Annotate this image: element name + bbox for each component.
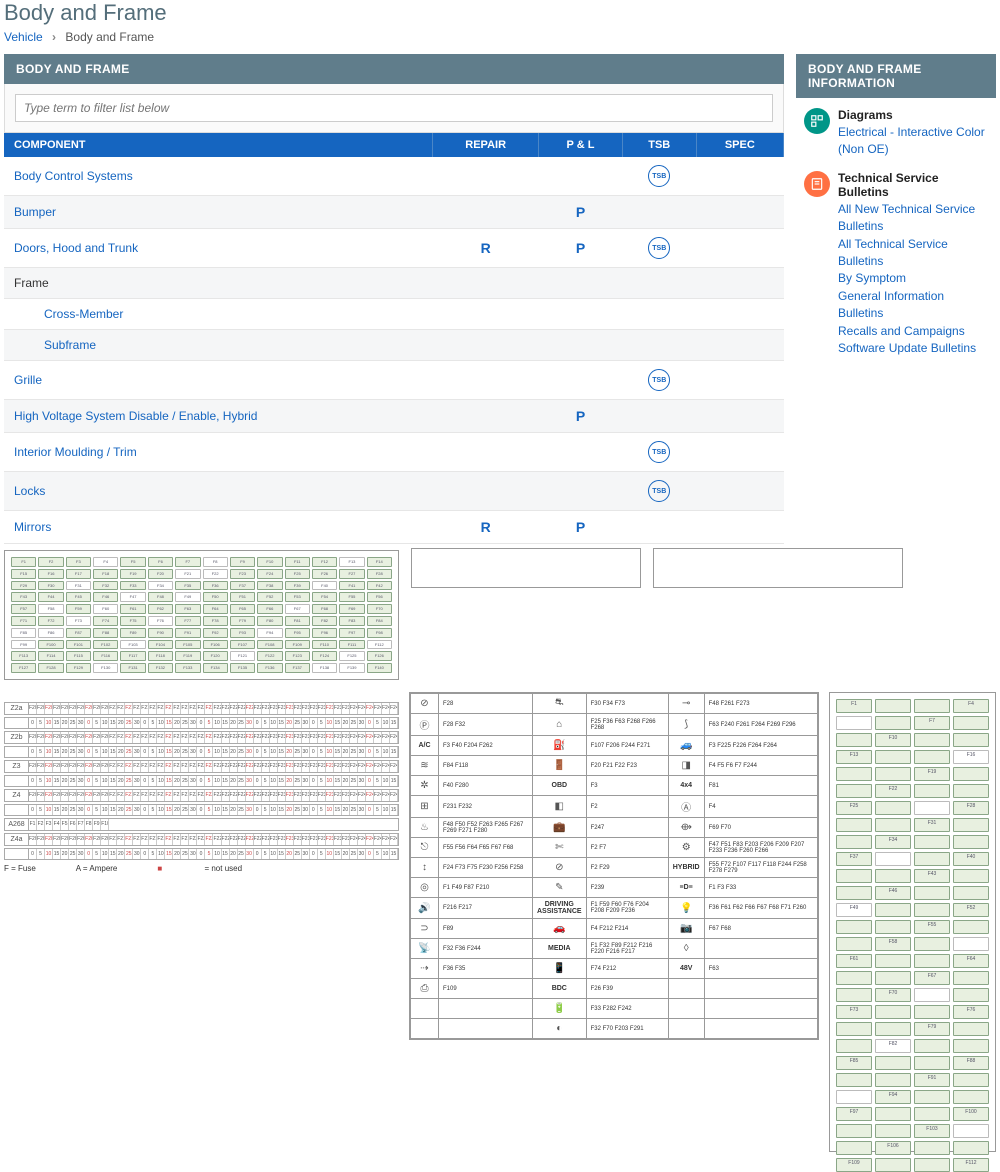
diag-mini-1	[411, 548, 641, 588]
table-row: Doors, Hood and Trunk R P TSB	[4, 229, 784, 268]
table-row: Interior Moulding / Trim TSB	[4, 433, 784, 472]
tsb-badge[interactable]: TSB	[648, 480, 670, 502]
pl-marker[interactable]: P	[576, 408, 585, 424]
diagram-icon	[804, 108, 830, 134]
component-table: COMPONENT REPAIR P & L TSB SPEC Body Con…	[4, 133, 784, 544]
table-row: Body Control Systems TSB	[4, 157, 784, 196]
tsb-badge[interactable]: TSB	[648, 165, 670, 187]
component-link[interactable]: Grille	[14, 373, 42, 387]
tsb-badge[interactable]: TSB	[648, 237, 670, 259]
table-row: Locks TSB	[4, 472, 784, 511]
tsb-badge[interactable]: TSB	[648, 441, 670, 463]
table-row: Subframe	[4, 330, 784, 361]
repair-marker[interactable]: R	[481, 240, 491, 256]
component-link[interactable]: Interior Moulding / Trim	[14, 445, 137, 459]
component-link[interactable]: Bumper	[14, 205, 56, 219]
col-pl: P & L	[539, 133, 623, 157]
component-link[interactable]: Doors, Hood and Trunk	[14, 241, 138, 255]
component-link[interactable]: Cross-Member	[44, 307, 123, 321]
table-row: Grille TSB	[4, 361, 784, 400]
pl-marker[interactable]: P	[576, 204, 585, 220]
info-diagrams-title: Diagrams	[838, 108, 988, 122]
component-link[interactable]: Subframe	[44, 338, 96, 352]
component-link[interactable]: Locks	[14, 484, 45, 498]
table-row: Mirrors R P	[4, 511, 784, 544]
info-tsb-link[interactable]: By Symptom	[838, 270, 988, 287]
table-row: Cross-Member	[4, 299, 784, 330]
panel-header: BODY AND FRAME	[4, 54, 784, 84]
info-panel-header: BODY AND FRAME INFORMATION	[796, 54, 996, 98]
tsb-icon	[804, 171, 830, 197]
info-tsb-title: Technical Service Bulletins	[838, 171, 988, 199]
page-title: Body and Frame	[0, 0, 1000, 30]
filter-input[interactable]	[15, 94, 773, 122]
col-spec: SPEC	[696, 133, 783, 157]
info-tsb-link[interactable]: Software Update Bulletins	[838, 340, 988, 357]
breadcrumb-current: Body and Frame	[65, 30, 154, 44]
col-repair: REPAIR	[433, 133, 539, 157]
info-tsb-link[interactable]: All Technical Service Bulletins	[838, 236, 988, 271]
table-row: Bumper P	[4, 196, 784, 229]
col-tsb: TSB	[622, 133, 696, 157]
legend: F = FuseA = Ampere■ = not used	[4, 864, 399, 873]
fusebox-large: F1F2F3F4F5F6F7F8F9F10F11F12F13F14F15F16F…	[4, 550, 399, 680]
diag-mini-2	[653, 548, 903, 588]
repair-marker[interactable]: R	[481, 519, 491, 535]
pl-marker[interactable]: P	[576, 240, 585, 256]
table-row: Frame	[4, 268, 784, 299]
info-tsb-link[interactable]: All New Technical Service Bulletins	[838, 201, 988, 236]
component-link[interactable]: Body Control Systems	[14, 169, 133, 183]
info-tsb-link[interactable]: Recalls and Campaigns	[838, 323, 988, 340]
breadcrumb-root[interactable]: Vehicle	[4, 30, 43, 44]
breadcrumb: Vehicle › Body and Frame	[0, 30, 1000, 54]
component-link[interactable]: High Voltage System Disable / Enable, Hy…	[14, 409, 257, 423]
tsb-badge[interactable]: TSB	[648, 369, 670, 391]
info-tsb-link[interactable]: General Information Bulletins	[838, 288, 988, 323]
col-component: COMPONENT	[4, 133, 433, 157]
chevron-right-icon: ›	[52, 30, 56, 44]
component-link[interactable]: Mirrors	[14, 520, 51, 534]
table-row: High Voltage System Disable / Enable, Hy…	[4, 400, 784, 433]
info-diagrams-link-0[interactable]: Electrical - Interactive Color (Non OE)	[838, 124, 988, 159]
diagram-area: F1F2F3F4F5F6F7F8F9F10F11F12F13F14F15F16F…	[0, 544, 1000, 1162]
pl-marker[interactable]: P	[576, 519, 585, 535]
symbol-table: ⊘F28⛐F30 F34 F73⊸F48 F261 F273ⓅF28 F32⌂F…	[409, 692, 819, 1040]
fusebox-small: F1F4F7F10F13F16F19F22F25F28F31F34F37F40F…	[829, 692, 996, 1152]
